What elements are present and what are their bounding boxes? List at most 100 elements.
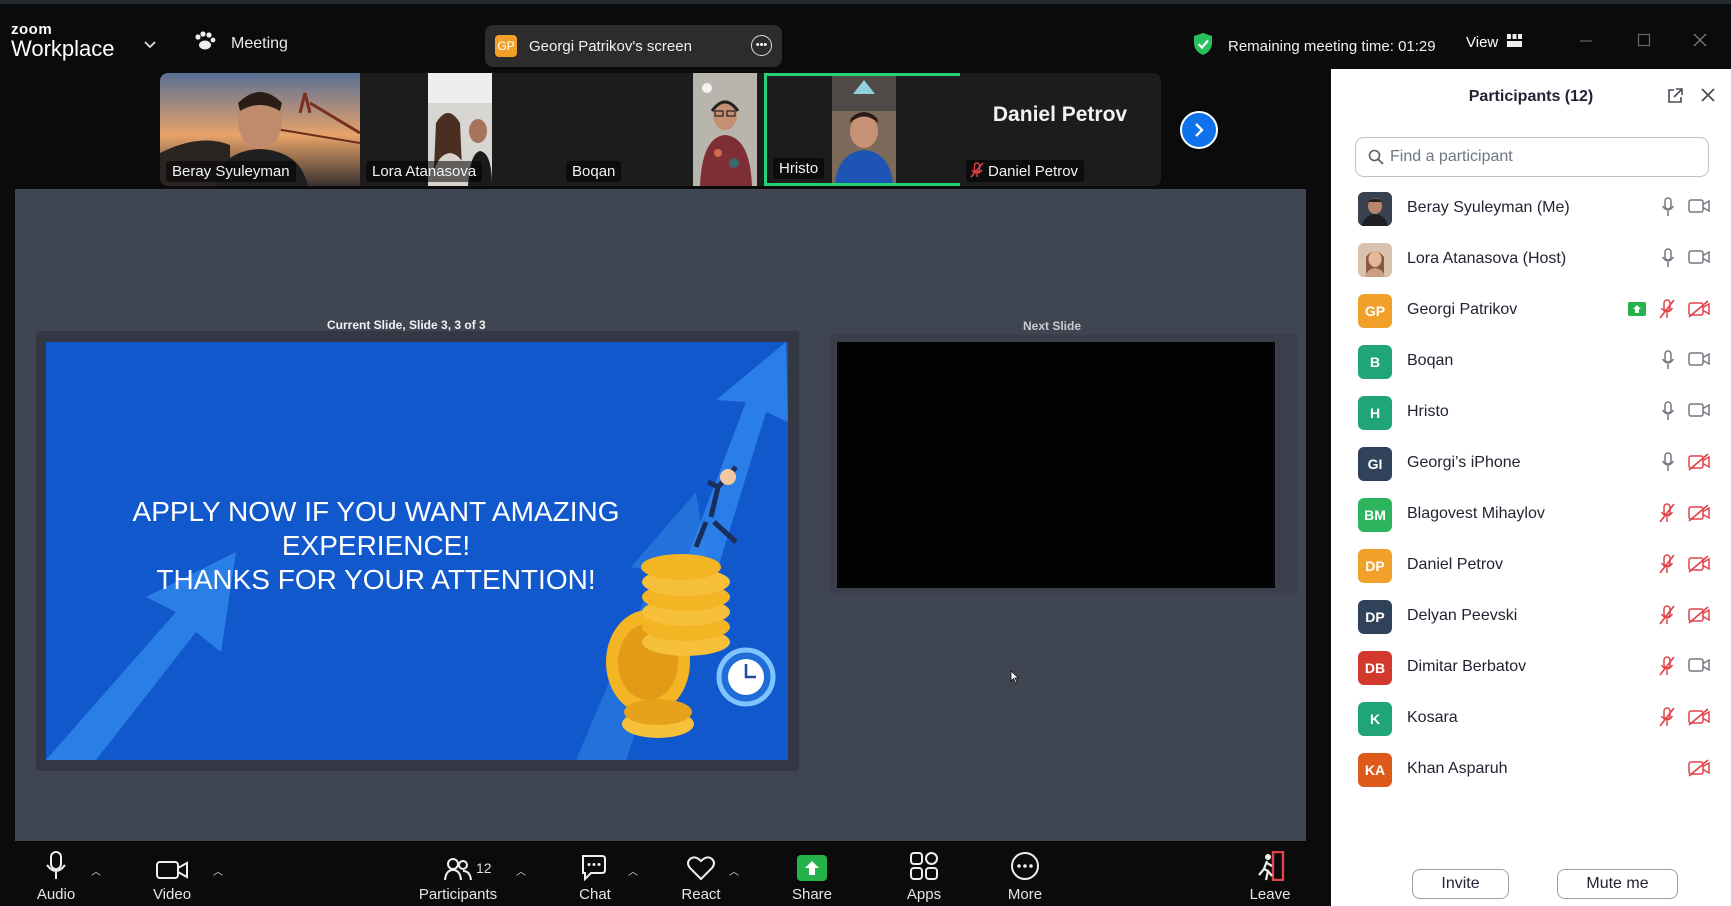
video-button[interactable]: Video [149, 841, 195, 906]
participant-row[interactable]: B Boqan [1331, 336, 1731, 387]
shared-screen-pill[interactable]: GP Georgi Patrikov's screen ••• [485, 25, 782, 67]
participants-label: Participants [418, 886, 498, 903]
chevron-right-icon [1195, 123, 1204, 137]
participant-name: Daniel Petrov [1407, 556, 1504, 573]
minimize-window-icon[interactable] [1578, 32, 1594, 53]
participant-row[interactable]: GP Georgi Patrikov [1331, 285, 1731, 336]
audio-button[interactable]: Audio [33, 841, 79, 906]
view-button[interactable]: View [1466, 34, 1523, 51]
video-camera-icon [1688, 402, 1710, 423]
video-tile[interactable]: Boqan [560, 73, 760, 186]
more-button[interactable]: More [1005, 841, 1045, 906]
leave-label: Leave [1249, 886, 1291, 903]
video-camera-icon [1688, 198, 1710, 219]
microphone-icon [1661, 401, 1675, 426]
slide-line: EXPERIENCE! [281, 530, 471, 561]
chat-button[interactable]: Chat [575, 841, 615, 906]
participants-panel: Participants (12) Beray Syuleyman (Me)Lo… [1331, 69, 1731, 906]
leave-button[interactable]: Leave [1250, 841, 1290, 906]
shared-screen: Current Slide, Slide 3, 3 of 3 Next Slid… [15, 189, 1306, 841]
pop-out-icon[interactable] [1666, 87, 1684, 110]
apps-icon [910, 852, 938, 880]
participants-list: Beray Syuleyman (Me) Lora Atanasova (Host… [1331, 183, 1731, 795]
participant-row[interactable]: KA Khan Asparuh [1331, 744, 1731, 795]
participant-name: Delyan Peevski [1407, 607, 1518, 624]
more-options-icon[interactable]: ••• [751, 35, 772, 56]
chevron-down-icon[interactable] [143, 36, 157, 54]
avatar: DP [1358, 600, 1392, 634]
participant-row[interactable]: Beray Syuleyman (Me) [1331, 183, 1731, 234]
video-camera-icon [1688, 351, 1710, 372]
participant-row[interactable]: BM Blagovest Mihaylov [1331, 489, 1731, 540]
video-off-icon [1688, 759, 1710, 782]
mic-muted-icon [1658, 605, 1676, 630]
participant-search[interactable] [1355, 137, 1709, 177]
react-options-caret-icon[interactable]: ︿ [729, 863, 739, 878]
brand-bottom-text: Workplace [11, 36, 115, 61]
remaining-time-text: Remaining meeting time: 01:29 [1228, 37, 1436, 55]
avatar: GI [1358, 447, 1392, 481]
next-slide-caption: Next Slide [1023, 319, 1082, 333]
video-tile[interactable]: Lora Atanasova [360, 73, 560, 186]
leave-icon [1258, 851, 1285, 881]
video-camera-icon [1688, 249, 1710, 270]
microphone-icon [46, 851, 66, 879]
avatar: KA [1358, 753, 1392, 787]
mic-muted-icon [1658, 299, 1676, 324]
invite-button[interactable]: Invite [1412, 869, 1509, 899]
slide-line: APPLY NOW IF YOU WANT AMAZING [132, 496, 620, 527]
sharer-badge: GP [495, 35, 517, 57]
audio-options-caret-icon[interactable]: ︿ [91, 863, 101, 878]
avatar [1358, 192, 1392, 226]
video-tile-active-speaker[interactable]: Hristo [764, 73, 964, 186]
microphone-icon [1661, 248, 1675, 273]
react-button[interactable]: React [681, 841, 721, 906]
participant-row[interactable]: DP Delyan Peevski [1331, 591, 1731, 642]
tile-name-muted: Daniel Petrov [966, 160, 1085, 182]
video-tile[interactable]: Beray Syuleyman [160, 73, 360, 186]
share-screen-icon [797, 855, 827, 881]
participant-name: Khan Asparuh [1407, 760, 1508, 777]
participant-row[interactable]: Lora Atanasova (Host) [1331, 234, 1731, 285]
next-slide-preview [837, 342, 1275, 588]
avatar [1358, 243, 1392, 277]
video-camera-icon [156, 861, 188, 879]
chat-options-caret-icon[interactable]: ︿ [628, 863, 638, 878]
video-off-icon [1688, 708, 1710, 731]
participant-row[interactable]: H Hristo [1331, 387, 1731, 438]
maximize-window-icon[interactable] [1636, 32, 1652, 53]
participant-name: Blagovest Mihaylov [1407, 505, 1545, 522]
tile-name: Daniel Petrov [988, 163, 1079, 180]
video-options-caret-icon[interactable]: ︿ [213, 863, 223, 878]
participants-icon [444, 858, 472, 881]
brand-top-text: zoom [11, 21, 53, 38]
search-icon [1368, 149, 1384, 165]
react-label: React [681, 886, 721, 903]
video-tile[interactable]: Daniel Petrov Daniel Petrov [960, 73, 1160, 186]
more-icon [1011, 852, 1039, 880]
avatar: DB [1358, 651, 1392, 685]
participant-name: Dimitar Berbatov [1407, 658, 1527, 675]
participant-name: Kosara [1407, 709, 1458, 726]
close-panel-icon[interactable] [1700, 87, 1716, 108]
video-camera-icon [1688, 657, 1710, 678]
avatar: BM [1358, 498, 1392, 532]
audio-label: Audio [36, 886, 76, 903]
apps-button[interactable]: Apps [904, 841, 944, 906]
participants-options-caret-icon[interactable]: ︿ [516, 863, 526, 878]
participant-row[interactable]: K Kosara [1331, 693, 1731, 744]
meeting-timer: Remaining meeting time: 01:29 [1192, 32, 1436, 60]
participant-row[interactable]: GI Georgi’s iPhone [1331, 438, 1731, 489]
video-off-icon [1688, 555, 1710, 578]
video-off-icon [1688, 606, 1710, 629]
close-window-icon[interactable] [1692, 32, 1708, 53]
mute-me-button[interactable]: Mute me [1557, 869, 1678, 899]
next-page-button[interactable] [1180, 111, 1218, 149]
avatar: H [1358, 396, 1392, 430]
search-input[interactable] [1390, 148, 1690, 166]
meeting-menu-button[interactable]: Meeting [193, 31, 288, 56]
participant-row[interactable]: DP Daniel Petrov [1331, 540, 1731, 591]
shared-screen-label: Georgi Patrikov's screen [529, 37, 692, 55]
share-button[interactable]: Share [792, 841, 832, 906]
participant-row[interactable]: DB Dimitar Berbatov [1331, 642, 1731, 693]
